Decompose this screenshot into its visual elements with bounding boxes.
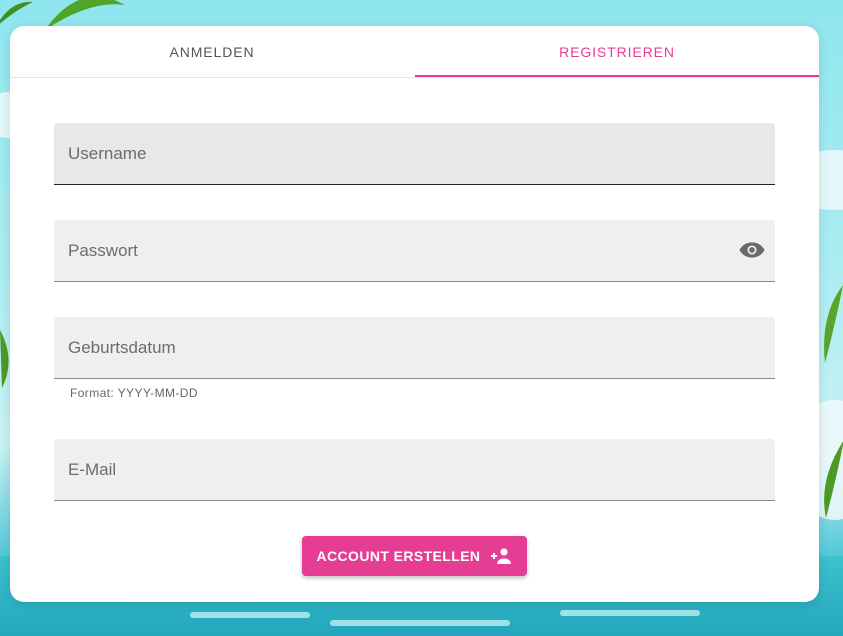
wave [190, 612, 310, 618]
birthdate-field[interactable]: Geburtsdatum [54, 317, 775, 379]
tab-anmelden[interactable]: ANMELDEN [10, 26, 414, 78]
palm-leaf-icon [824, 441, 843, 518]
email-label: E-Mail [68, 460, 117, 479]
password-field[interactable]: Passwort [54, 220, 775, 282]
active-tab-indicator [415, 75, 819, 77]
birthdate-label: Geburtsdatum [68, 338, 176, 357]
create-account-label: ACCOUNT ERSTELLEN [316, 548, 481, 564]
email-field[interactable]: E-Mail [54, 439, 775, 501]
person-add-icon [491, 548, 512, 564]
create-account-button[interactable]: ACCOUNT ERSTELLEN [302, 536, 527, 576]
eye-icon[interactable] [739, 239, 765, 261]
username-field[interactable]: Username [54, 123, 775, 185]
wave [330, 620, 510, 626]
palm-leaf-icon [824, 285, 843, 363]
tab-registrieren[interactable]: REGISTRIEREN [415, 26, 819, 78]
register-card: ANMELDEN REGISTRIEREN Username Passwort … [10, 26, 819, 602]
username-label: Username [68, 144, 147, 163]
password-label: Passwort [68, 241, 138, 260]
wave [560, 610, 700, 616]
tab-bar: ANMELDEN REGISTRIEREN [10, 26, 819, 78]
birthdate-hint: Format: YYYY-MM-DD [70, 386, 198, 400]
